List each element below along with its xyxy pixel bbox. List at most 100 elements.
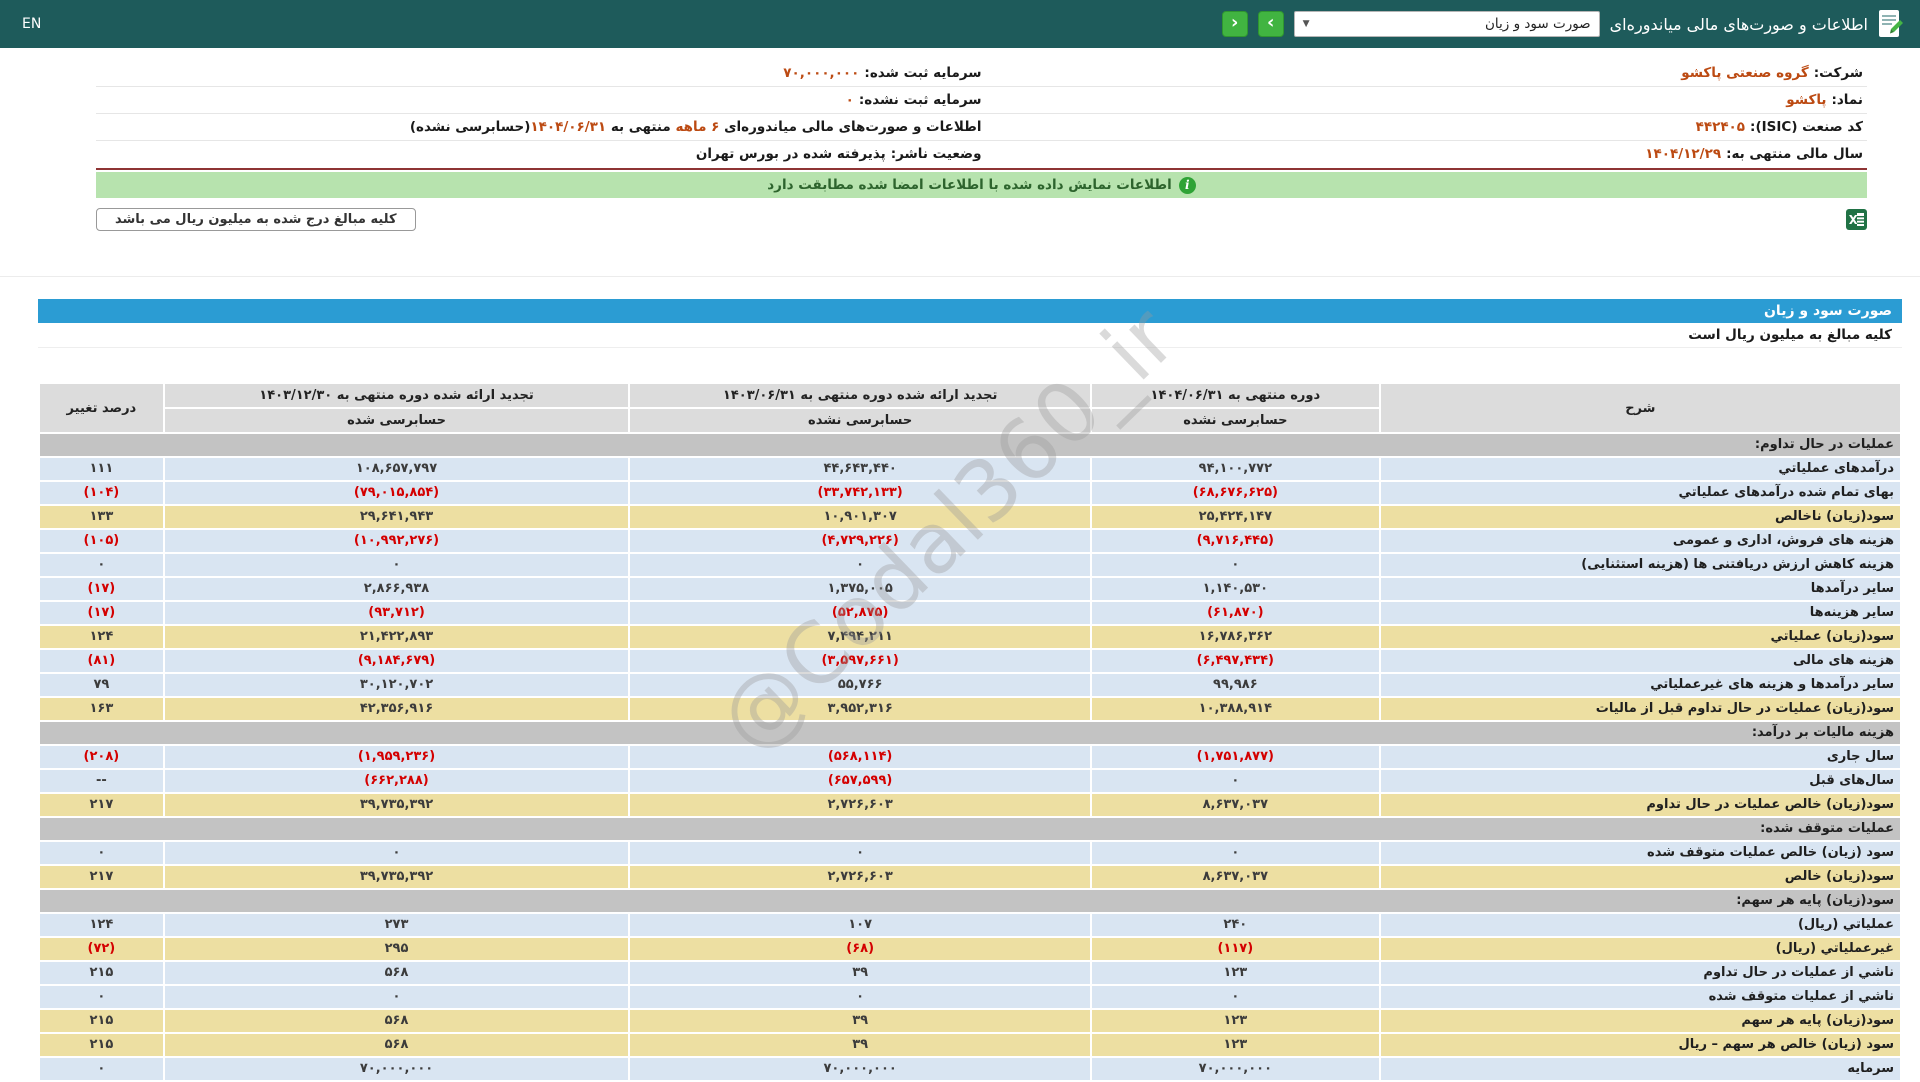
table-row: هزینه های فروش، اداری و عمومی (۹,۷۱۶,۴۴۵)… [38,528,1903,554]
row-label: سود(زیان) پایه هر سهم [1378,1008,1903,1034]
next-statement-button[interactable]: › [1257,11,1284,37]
cell-value: (۹,۱۸۴,۶۷۹) [162,648,631,674]
cell-value: ۰ [1090,840,1381,866]
table-row: سرمایه ۷۰,۰۰۰,۰۰۰ ۷۰,۰۰۰,۰۰۰ ۷۰,۰۰۰,۰۰۰ ۰ [38,1056,1903,1082]
cell-value: ۸,۶۳۷,۰۳۷ [1090,864,1381,890]
cell-value: (۳,۵۹۷,۶۶۱) [628,648,1093,674]
cell-value: ۱۲۴ [38,624,165,650]
cell-value: ۲,۷۲۶,۶۰۳ [628,792,1093,818]
section-header-row: سود(زیان) پایه هر سهم: [38,888,1902,914]
row-label: سال جاری [1378,744,1903,770]
row-label: سود (زیان) خالص هر سهم – ریال [1378,1032,1903,1058]
cell-value: ۷,۴۹۴,۲۱۱ [628,624,1093,650]
isic-cell: کد صنعت (ISIC): ۴۴۲۴۰۵ [982,117,1863,137]
table-row: عملیاتي (ریال) ۲۴۰ ۱۰۷ ۲۷۳ ۱۲۴ [38,912,1903,938]
registered-capital-cell: سرمایه ثبت شده: ۷۰,۰۰۰,۰۰۰ [100,63,982,83]
registered-capital-value: ۷۰,۰۰۰,۰۰۰ [783,65,860,81]
cell-value: (۱۰,۹۹۲,۲۷۶) [162,528,631,554]
cell-value: ۰ [162,840,631,866]
table-row: سایر درآمدها و هزینه های غیرعملیاتي ۹۹,۹۸… [38,672,1903,698]
table-header: شرح دوره منتهی به ۱۴۰۴/۰۶/۳۱ تجدید ارائه… [38,382,1903,434]
unregistered-capital-cell: سرمایه ثبت نشده: ۰ [100,90,982,110]
row-label: درآمدهای عملیاتي [1378,456,1903,482]
cell-value: (۴,۷۲۹,۲۲۶) [628,528,1093,554]
table-row: سود(زیان) خالص عملیات در حال تداوم ۸,۶۳۷,… [38,792,1903,818]
cell-value: ۰ [1090,552,1381,578]
table-row: ناشي از عملیات در حال تداوم ۱۲۳ ۳۹ ۵۶۸ ۲۱۵ [38,960,1903,986]
cell-value: ۸,۶۳۷,۰۳۷ [1090,792,1381,818]
section-header-row: عملیات متوقف شده: [38,816,1902,842]
cell-value: ۲۱۷ [38,792,165,818]
fiscal-year-cell: سال مالی منتهی به: ۱۴۰۴/۱۲/۲۹ [982,144,1863,164]
cell-value: ۱۳۳ [38,504,165,530]
cell-value: ۴۲,۳۵۶,۹۱۶ [162,696,631,722]
income-statement-section: صورت سود و زیان کلیه مبالغ به میلیون ریا… [38,299,1903,1082]
col-current-audit-status: حسابرسی نشده [1090,407,1381,434]
section-label: عملیات در حال تداوم: [38,432,1902,458]
row-label: ناشي از عملیات متوقف شده [1378,984,1903,1010]
cell-value: ۱۰۷ [628,912,1093,938]
cell-value: ۱۲۳ [1090,1032,1381,1058]
cell-value: ۲۴۰ [1090,912,1381,938]
cell-value: ۰ [162,552,631,578]
symbol-label: نماد: [1831,92,1863,108]
report-icon [1878,9,1904,39]
cell-value: (۱,۹۵۹,۲۳۶) [162,744,631,770]
cell-value: ۲۱۷ [38,864,165,890]
row-label: سود (زیان) خالص عملیات متوقف شده [1378,840,1903,866]
row-label: سایر درآمدها و هزینه های غیرعملیاتي [1378,672,1903,698]
table-row: سال جاری (۱,۷۵۱,۸۷۷) (۵۶۸,۱۱۴) (۱,۹۵۹,۲۳۶)(… [38,744,1903,770]
cell-value: ۰ [628,552,1093,578]
cell-value: ۰ [1090,768,1381,794]
company-info: شرکت: گروه صنعتی پاکشو سرمایه ثبت شده: ۷… [96,60,1867,170]
cell-value: (۱۰۴) [38,480,165,506]
top-bar: اطلاعات و صورت‌های مالی میاندوره‌ای صورت… [0,0,1920,48]
cell-value: ۳۰,۱۲۰,۷۰۲ [162,672,631,698]
cell-value: ۳۹ [628,1032,1093,1058]
cell-value: -- [38,768,165,794]
isic-label: کد صنعت (ISIC): [1750,119,1863,135]
fiscal-period-text: اطلاعات و صورت‌های مالی میاندوره‌ای ۶ ما… [410,117,982,137]
cell-value: ۰ [38,1056,165,1082]
cell-value: ۰ [628,840,1093,866]
table-row: سود(زیان) عملیات در حال تداوم قبل از مال… [38,696,1903,722]
chevron-down-icon: ▼ [1302,19,1310,29]
col-restated-midyear-header: تجدید ارائه شده دوره منتهی به ۱۴۰۳/۰۶/۳۱ [628,382,1093,409]
language-toggle[interactable]: EN [16,16,41,32]
table-row: درآمدهای عملیاتي ۹۴,۱۰۰,۷۷۲ ۴۴,۶۴۳,۴۴۰ ۱۰۸,… [38,456,1903,482]
cell-value: ۱۶,۷۸۶,۳۶۲ [1090,624,1381,650]
cell-value: ۰ [38,840,165,866]
signature-banner-text: اطلاعات نمایش داده شده با اطلاعات امضا ش… [767,177,1172,193]
report-select[interactable]: صورت سود و زیان ▼ [1293,11,1600,37]
table-row: سود(زیان) عملیاتي ۱۶,۷۸۶,۳۶۲ ۷,۴۹۴,۲۱۱ ۲۱,۴… [38,624,1903,650]
row-label: هزینه های مالی [1378,648,1903,674]
row-label: هزینه های فروش، اداری و عمومی [1378,528,1903,554]
cell-value: ۵۶۸ [162,1008,631,1034]
registered-capital-label: سرمایه ثبت شده: [864,65,982,81]
units-tab[interactable]: کلیه مبالغ درج شده به میلیون ریال می باش… [96,207,416,231]
cell-value: ۳۹,۷۳۵,۳۹۲ [162,864,631,890]
row-label: سود(زیان) خالص [1378,864,1903,890]
table-row: غیرعملیاتي (ریال) (۱۱۷) (۶۸) ۲۹۵ (۷۲) [38,936,1903,962]
cell-value: (۶۸,۶۷۶,۶۲۵) [1090,480,1381,506]
cell-value: ۳۹ [628,1008,1093,1034]
row-label: سال‌های قبل [1378,768,1903,794]
cell-value: ۵۵,۷۶۶ [628,672,1093,698]
cell-value: ۲۱,۴۲۲,۸۹۳ [162,624,631,650]
fiscal-period-cell: اطلاعات و صورت‌های مالی میاندوره‌ای ۶ ما… [100,117,982,137]
cell-value: (۱۷) [38,600,165,626]
cell-value: ۳,۹۵۲,۳۱۶ [628,696,1093,722]
section-header-row: هزینه مالیات بر درآمد: [38,720,1902,746]
table-row: هزینه کاهش ارزش دریافتنی ها (هزینه استثن… [38,552,1903,578]
cell-value: (۶۵۷,۵۹۹) [628,768,1093,794]
unregistered-capital-value: ۰ [845,92,854,108]
cell-value: ۹۹,۹۸۶ [1090,672,1381,698]
cell-value: ۲۹,۶۴۱,۹۴۳ [162,504,631,530]
excel-export-icon[interactable] [1846,208,1867,230]
cell-value: (۸۱) [38,648,165,674]
cell-value: (۹۳,۷۱۲) [162,600,631,626]
previous-statement-button[interactable]: ‹ [1221,11,1248,37]
row-label: هزینه کاهش ارزش دریافتنی ها (هزینه استثن… [1378,552,1903,578]
table-row: سود (زیان) خالص عملیات متوقف شده ۰ ۰ ۰ ۰ [38,840,1903,866]
cell-value: (۶۱,۸۷۰) [1090,600,1381,626]
